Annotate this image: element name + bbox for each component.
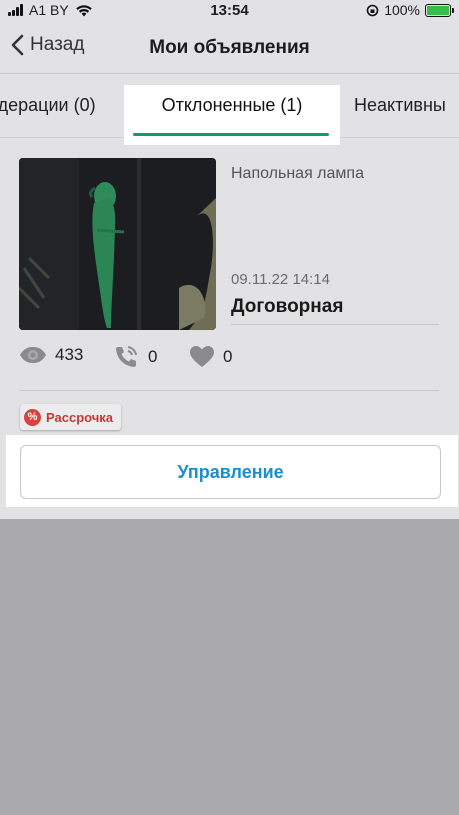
likes-stat: 0 <box>189 345 232 368</box>
listing-title[interactable]: Напольная лампа <box>231 165 364 183</box>
listing-image[interactable] <box>19 158 216 330</box>
calls-stat: 0 <box>114 345 157 369</box>
status-right: 100% <box>366 2 454 18</box>
battery-icon <box>425 3 454 17</box>
calls-count: 0 <box>148 347 158 366</box>
tab-active-indicator <box>133 133 329 136</box>
listing-date: 09.11.22 14:14 <box>231 271 330 288</box>
tab-moderation[interactable]: одерации (0) <box>0 95 96 116</box>
tab-inactive[interactable]: Неактивны <box>354 95 446 116</box>
listing-price: Договорная <box>231 296 344 317</box>
phone-icon <box>116 346 137 367</box>
views-stat: 433 <box>19 345 83 365</box>
installment-badge: % Рассрочка <box>20 404 122 430</box>
tab-rejected-label: Отклоненные (1) <box>161 95 303 115</box>
views-count: 433 <box>55 345 84 364</box>
percent-icon: % <box>24 408 41 426</box>
likes-count: 0 <box>223 346 233 366</box>
manage-button[interactable]: Управление <box>20 445 441 499</box>
tab-bar: одерации (0) Отклоненные (1) Неактивны <box>0 76 459 145</box>
nav-bar: Назад Мои объявления <box>0 22 459 74</box>
orientation-lock-icon <box>366 4 379 16</box>
installment-label: Рассрочка <box>46 409 114 425</box>
status-bar: A1 BY 13:54 100% <box>0 0 459 22</box>
eye-icon <box>20 347 46 363</box>
manage-highlight: Управление <box>6 435 458 507</box>
page-title: Мои объявления <box>149 37 310 58</box>
divider <box>19 390 439 391</box>
battery-percent: 100% <box>384 2 420 18</box>
heart-icon <box>190 346 214 367</box>
tab-rejected[interactable]: Отклоненные (1) <box>124 85 340 145</box>
divider <box>231 324 439 325</box>
